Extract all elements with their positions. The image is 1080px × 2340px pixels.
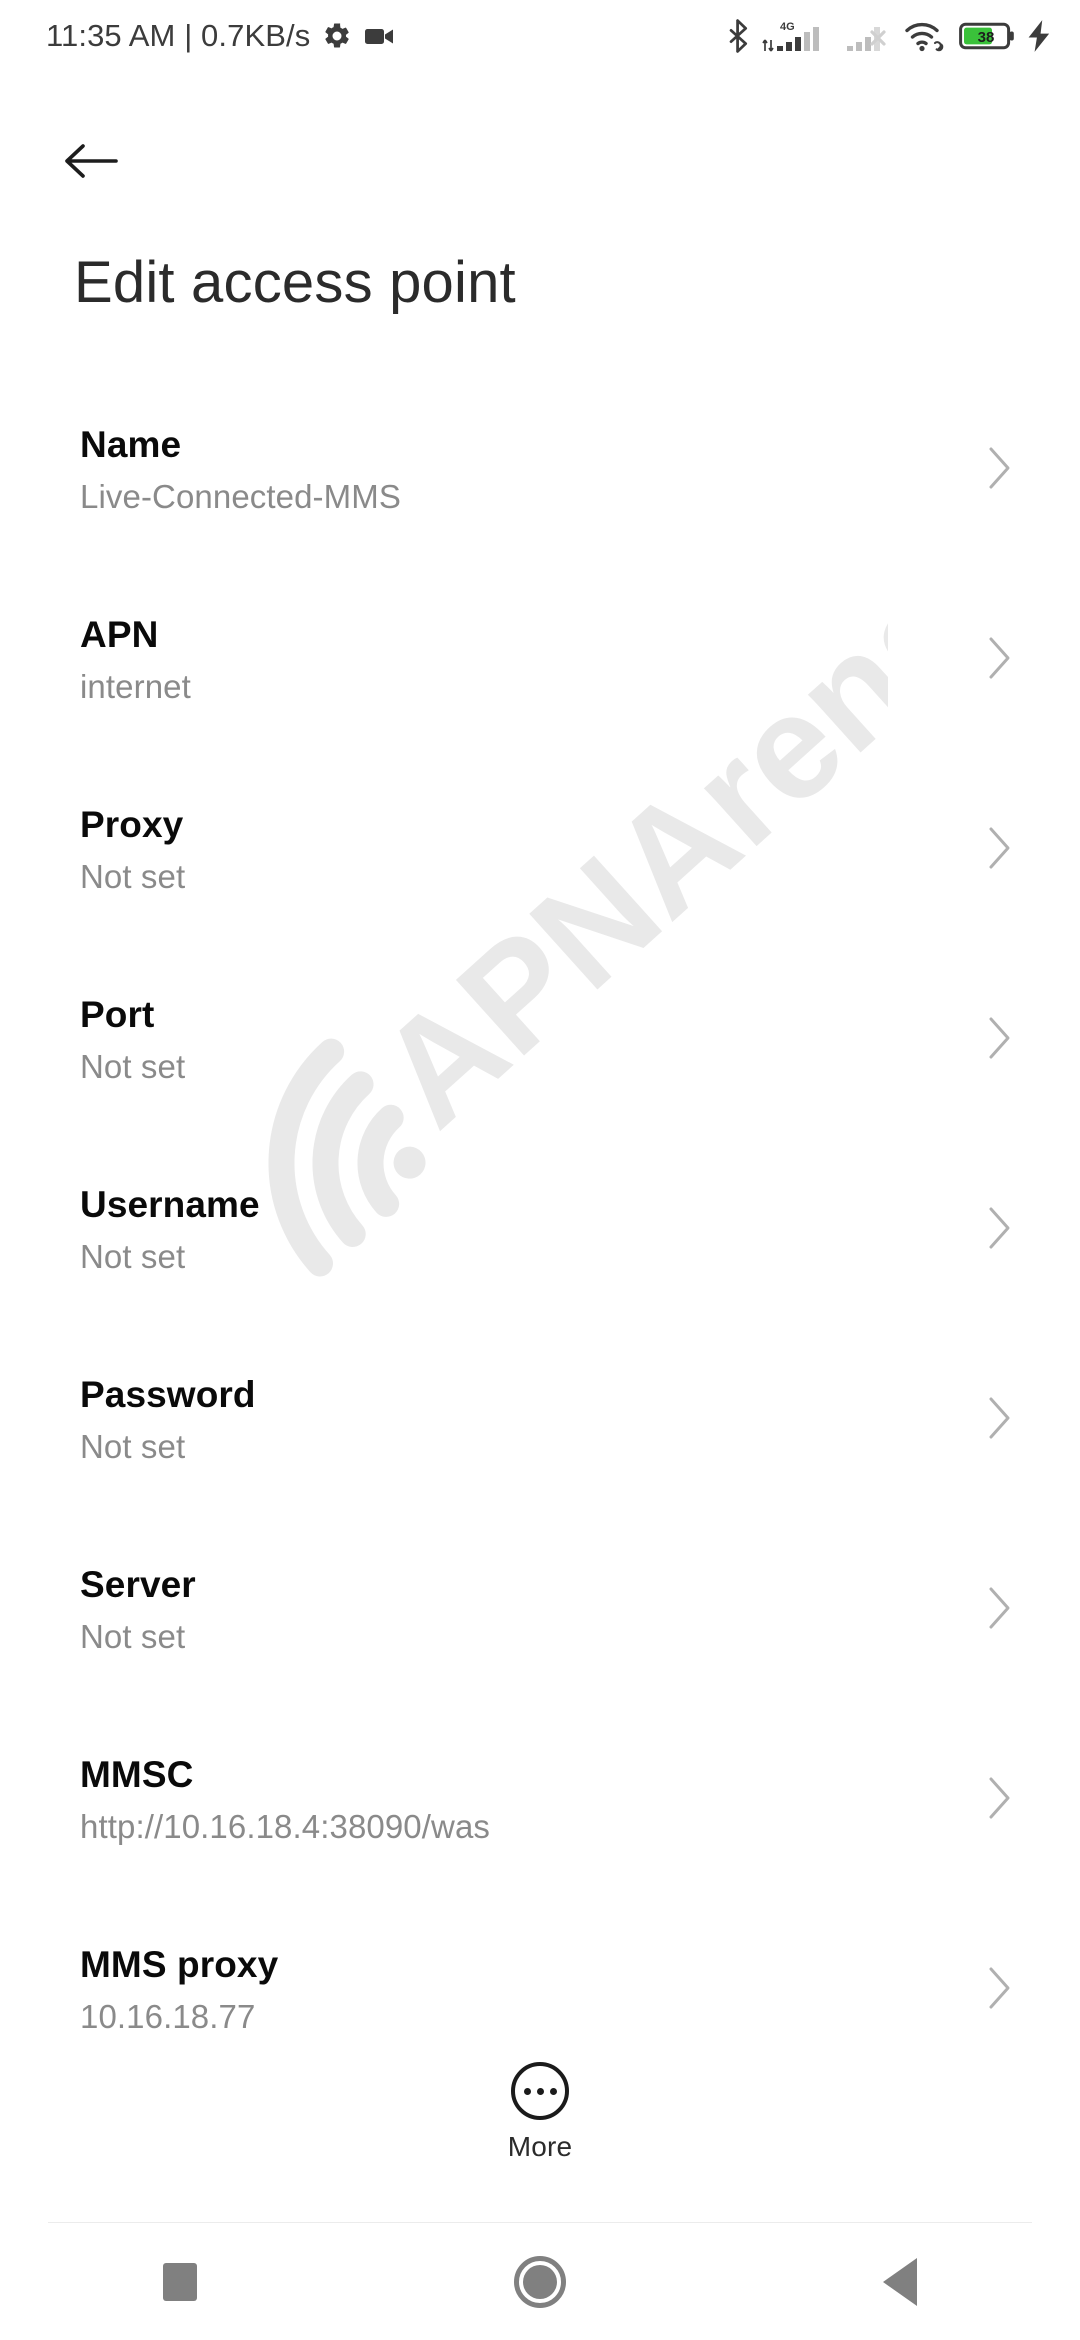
- signal-no-service-icon: [847, 27, 886, 51]
- nav-recents-button[interactable]: [90, 2223, 270, 2340]
- more-dot: [523, 2087, 531, 2095]
- list-item-text: Port Not set: [80, 992, 980, 1087]
- chevron-right-icon: [980, 1390, 1020, 1446]
- system-navigation-bar: [0, 2223, 1080, 2340]
- status-bar-left: 11:35 AM | 0.7KB/s: [46, 18, 396, 54]
- status-bar: 11:35 AM | 0.7KB/s 4G 38: [0, 0, 1080, 72]
- bluetooth-icon: [729, 19, 748, 53]
- more-dot: [536, 2087, 544, 2095]
- battery-icon: 38: [959, 22, 1014, 50]
- chevron-right-icon: [980, 820, 1020, 876]
- list-item-value: 10.16.18.77: [80, 1997, 256, 2035]
- list-item-text: Server Not set: [80, 1562, 980, 1657]
- more-dot: [549, 2087, 557, 2095]
- list-item-text: Password Not set: [80, 1372, 980, 1467]
- signal-4g-icon: 4G: [762, 21, 819, 52]
- list-item-value: internet: [80, 667, 191, 705]
- list-item-text: Username Not set: [80, 1182, 980, 1277]
- list-item-value: Not set: [80, 1427, 186, 1465]
- list-item-title: Password: [80, 1374, 256, 1415]
- more-button[interactable]: More: [0, 2062, 1080, 2163]
- list-item-title: MMSC: [80, 1754, 194, 1795]
- more-button-label: More: [507, 2131, 573, 2162]
- list-item-text: APN internet: [80, 612, 980, 707]
- screen-record-icon: [365, 29, 394, 44]
- list-item[interactable]: Proxy Not set: [0, 778, 1080, 968]
- wifi-icon: [905, 22, 944, 52]
- chevron-right-icon: [980, 630, 1020, 686]
- list-item-value: Not set: [80, 857, 186, 895]
- list-item-value: Not set: [80, 1617, 186, 1655]
- list-item-title: APN: [80, 614, 159, 655]
- back-button[interactable]: [48, 118, 134, 204]
- list-item-text: Proxy Not set: [80, 802, 980, 897]
- arrow-left-icon: [65, 144, 118, 178]
- nav-home-button[interactable]: [450, 2223, 630, 2340]
- list-item[interactable]: Name Live-Connected-MMS: [0, 398, 1080, 588]
- square-icon: [163, 2262, 197, 2301]
- list-item[interactable]: Password Not set: [0, 1348, 1080, 1538]
- list-item[interactable]: Username Not set: [0, 1158, 1080, 1348]
- list-item[interactable]: MMSC http://10.16.18.4:38090/was: [0, 1728, 1080, 1918]
- list-item-text: MMS proxy 10.16.18.77: [80, 1942, 980, 2037]
- phone-screen: 11:35 AM | 0.7KB/s 4G 38 Edit access poi…: [0, 0, 1080, 2340]
- list-item[interactable]: Port Not set: [0, 968, 1080, 1158]
- nav-back-button[interactable]: [810, 2223, 990, 2340]
- list-item-value: http://10.16.18.4:38090/was: [80, 1807, 491, 1845]
- list-item-title: MMS proxy: [80, 1944, 279, 1985]
- list-item[interactable]: APN internet: [0, 588, 1080, 778]
- list-item-title: Port: [80, 994, 155, 1035]
- list-item-title: Proxy: [80, 804, 184, 845]
- page-title: Edit access point: [74, 250, 516, 315]
- status-bar-right: 4G 38: [726, 18, 1052, 54]
- chevron-right-icon: [980, 1960, 1020, 2016]
- gear-icon: [325, 23, 350, 48]
- chevron-right-icon: [980, 1770, 1020, 1826]
- list-item-value: Live-Connected-MMS: [80, 477, 401, 515]
- triangle-left-icon: [883, 2257, 917, 2306]
- list-item-text: Name Live-Connected-MMS: [80, 422, 980, 517]
- more-dots-icon: [511, 2062, 569, 2120]
- access-point-field-list: Name Live-Connected-MMS APN internet Proxy No…: [0, 398, 1080, 2108]
- list-item-title: Username: [80, 1184, 260, 1225]
- list-item-title: Name: [80, 424, 182, 465]
- battery-percent-label: 38: [978, 29, 995, 46]
- list-item-text: MMSC http://10.16.18.4:38090/was: [80, 1752, 980, 1847]
- chevron-right-icon: [980, 440, 1020, 496]
- chevron-right-icon: [980, 1010, 1020, 1066]
- list-item[interactable]: Server Not set: [0, 1538, 1080, 1728]
- svg-text:4G: 4G: [780, 21, 795, 33]
- chevron-right-icon: [980, 1200, 1020, 1256]
- list-item-value: Not set: [80, 1237, 186, 1275]
- list-item-value: Not set: [80, 1047, 186, 1085]
- charging-bolt-icon: [1028, 20, 1050, 52]
- circle-icon: [514, 2255, 566, 2308]
- list-item-title: Server: [80, 1564, 196, 1605]
- chevron-right-icon: [980, 1580, 1020, 1636]
- status-clock: 11:35 AM | 0.7KB/s: [46, 18, 311, 53]
